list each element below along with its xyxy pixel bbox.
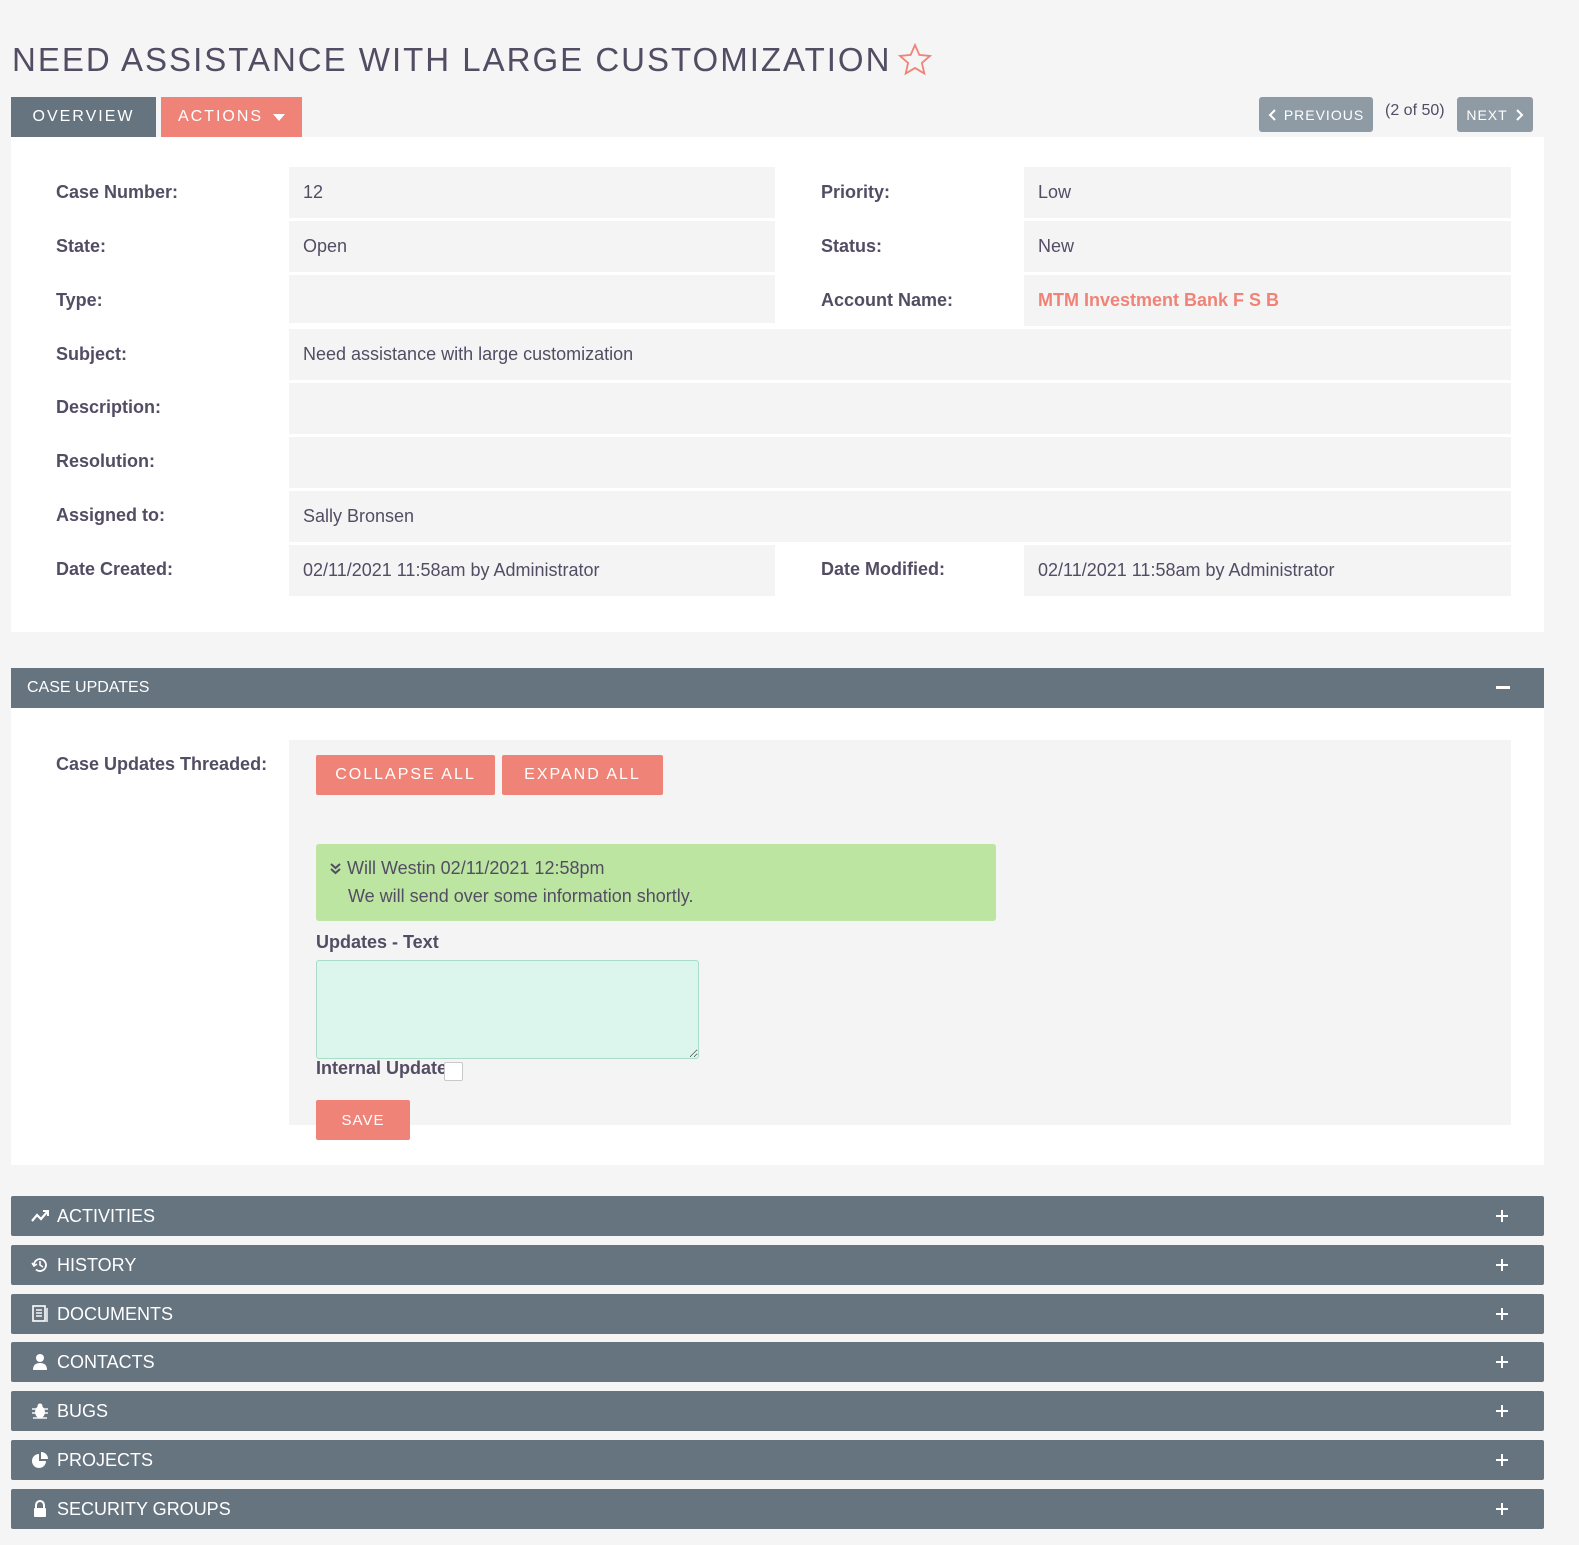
bug-icon <box>31 1402 49 1420</box>
document-icon <box>31 1305 49 1323</box>
subpanel-contacts-label: CONTACTS <box>57 1351 155 1372</box>
plus-icon[interactable] <box>1496 1405 1508 1417</box>
actions-label: ACTIONS <box>177 108 264 125</box>
internal-update-label: Internal Update <box>316 1058 448 1078</box>
next-button[interactable]: NEXT <box>1457 97 1533 132</box>
actions-dropdown[interactable]: ACTIONS <box>161 97 302 137</box>
activities-icon <box>31 1207 49 1225</box>
double-chevron-down-icon <box>330 862 341 874</box>
case-updates-threaded-label: Case Updates Threaded: <box>56 754 268 774</box>
lock-icon <box>31 1500 49 1518</box>
date-created-value: 02/11/2021 11:58am by Administrator <box>289 545 775 596</box>
subpanel-history-label: HISTORY <box>57 1254 137 1275</box>
chevron-left-icon <box>1268 108 1276 121</box>
case-number-label: Case Number: <box>56 182 179 202</box>
case-updates-box: COLLAPSE ALL EXPAND ALL Will Westin 02/1… <box>289 740 1511 1140</box>
plus-icon[interactable] <box>1496 1356 1508 1368</box>
subpanel-security-groups[interactable]: SECURITY GROUPS <box>11 1489 1544 1529</box>
internal-update-checkbox[interactable] <box>444 1062 463 1081</box>
page-title: NEED ASSISTANCE WITH LARGE CUSTOMIZATION <box>12 41 892 78</box>
collapse-all-button[interactable]: COLLAPSE ALL <box>316 755 495 795</box>
description-value <box>289 383 1511 434</box>
priority-label: Priority: <box>821 182 891 202</box>
case-updates-title: CASE UPDATES <box>27 679 150 696</box>
date-modified-value: 02/11/2021 11:58am by Administrator <box>1024 545 1511 596</box>
subpanel-activities[interactable]: ACTIVITIES <box>11 1196 1544 1236</box>
detail-panel: Case Number: 12 Priority: Low State: Ope… <box>11 137 1544 632</box>
title-row: NEED ASSISTANCE WITH LARGE CUSTOMIZATION <box>12 38 933 82</box>
subpanel-security-groups-label: SECURITY GROUPS <box>57 1498 231 1519</box>
subpanel-activities-label: ACTIVITIES <box>57 1205 156 1226</box>
next-label: NEXT <box>1466 106 1508 123</box>
pie-chart-icon <box>31 1451 49 1469</box>
subpanel-bugs-label: BUGS <box>57 1400 109 1421</box>
subpanel-projects[interactable]: PROJECTS <box>11 1440 1544 1480</box>
status-label: Status: <box>821 236 883 256</box>
subject-value: Need assistance with large customization <box>289 329 1511 380</box>
tab-overview-label: OVERVIEW <box>32 108 135 125</box>
date-modified-label: Date Modified: <box>821 559 945 579</box>
save-button[interactable]: SAVE <box>316 1100 410 1140</box>
resolution-label: Resolution: <box>56 451 155 471</box>
thread-text: We will send over some information short… <box>348 886 694 906</box>
case-update-thread-item: Will Westin 02/11/2021 12:58pm We will s… <box>316 844 996 921</box>
caret-down-icon <box>273 113 286 121</box>
star-icon[interactable] <box>897 42 933 78</box>
history-icon <box>31 1256 49 1274</box>
updates-textarea[interactable] <box>316 960 699 1059</box>
case-updates-panel: Case Updates Threaded: COLLAPSE ALL EXPA… <box>11 708 1544 1165</box>
plus-icon[interactable] <box>1496 1308 1508 1320</box>
subpanel-history[interactable]: HISTORY <box>11 1245 1544 1285</box>
case-number-value: 12 <box>289 167 775 218</box>
person-icon <box>31 1353 49 1371</box>
plus-icon[interactable] <box>1496 1210 1508 1222</box>
thread-author-date: Will Westin 02/11/2021 12:58pm <box>347 858 605 878</box>
expand-all-button[interactable]: EXPAND ALL <box>502 755 663 795</box>
resolution-value <box>289 437 1511 488</box>
assigned-to-value: Sally Bronsen <box>289 491 1511 542</box>
record-count: (2 of 50) <box>1385 102 1445 119</box>
plus-icon[interactable] <box>1496 1259 1508 1271</box>
date-created-label: Date Created: <box>56 559 174 579</box>
tab-overview[interactable]: OVERVIEW <box>11 97 156 137</box>
subpanel-bugs[interactable]: BUGS <box>11 1391 1544 1431</box>
subject-label: Subject: <box>56 344 128 364</box>
state-value: Open <box>289 221 775 272</box>
subpanel-documents[interactable]: DOCUMENTS <box>11 1294 1544 1334</box>
chevron-right-icon <box>1515 108 1524 121</box>
subpanel-documents-label: DOCUMENTS <box>57 1303 173 1324</box>
previous-button[interactable]: PREVIOUS <box>1259 97 1373 132</box>
account-name-link[interactable]: MTM Investment Bank F S B <box>1038 290 1279 311</box>
plus-icon[interactable] <box>1496 1454 1508 1466</box>
subpanel-contacts[interactable]: CONTACTS <box>11 1342 1544 1382</box>
previous-label: PREVIOUS <box>1283 106 1365 123</box>
type-value <box>289 275 775 323</box>
type-label: Type: <box>56 290 103 310</box>
account-name-value: MTM Investment Bank F S B <box>1024 275 1511 326</box>
minus-icon[interactable] <box>1496 686 1510 689</box>
status-value: New <box>1024 221 1511 272</box>
case-updates-header[interactable]: CASE UPDATES <box>11 668 1544 708</box>
plus-icon[interactable] <box>1496 1503 1508 1515</box>
updates-text-label: Updates - Text <box>316 932 439 952</box>
assigned-to-label: Assigned to: <box>56 505 166 525</box>
subpanel-projects-label: PROJECTS <box>57 1449 154 1470</box>
priority-value: Low <box>1024 167 1511 218</box>
description-label: Description: <box>56 397 162 417</box>
state-label: State: <box>56 236 107 256</box>
thread-toggle[interactable]: Will Westin 02/11/2021 12:58pm <box>330 858 604 879</box>
account-name-label: Account Name: <box>821 290 954 310</box>
